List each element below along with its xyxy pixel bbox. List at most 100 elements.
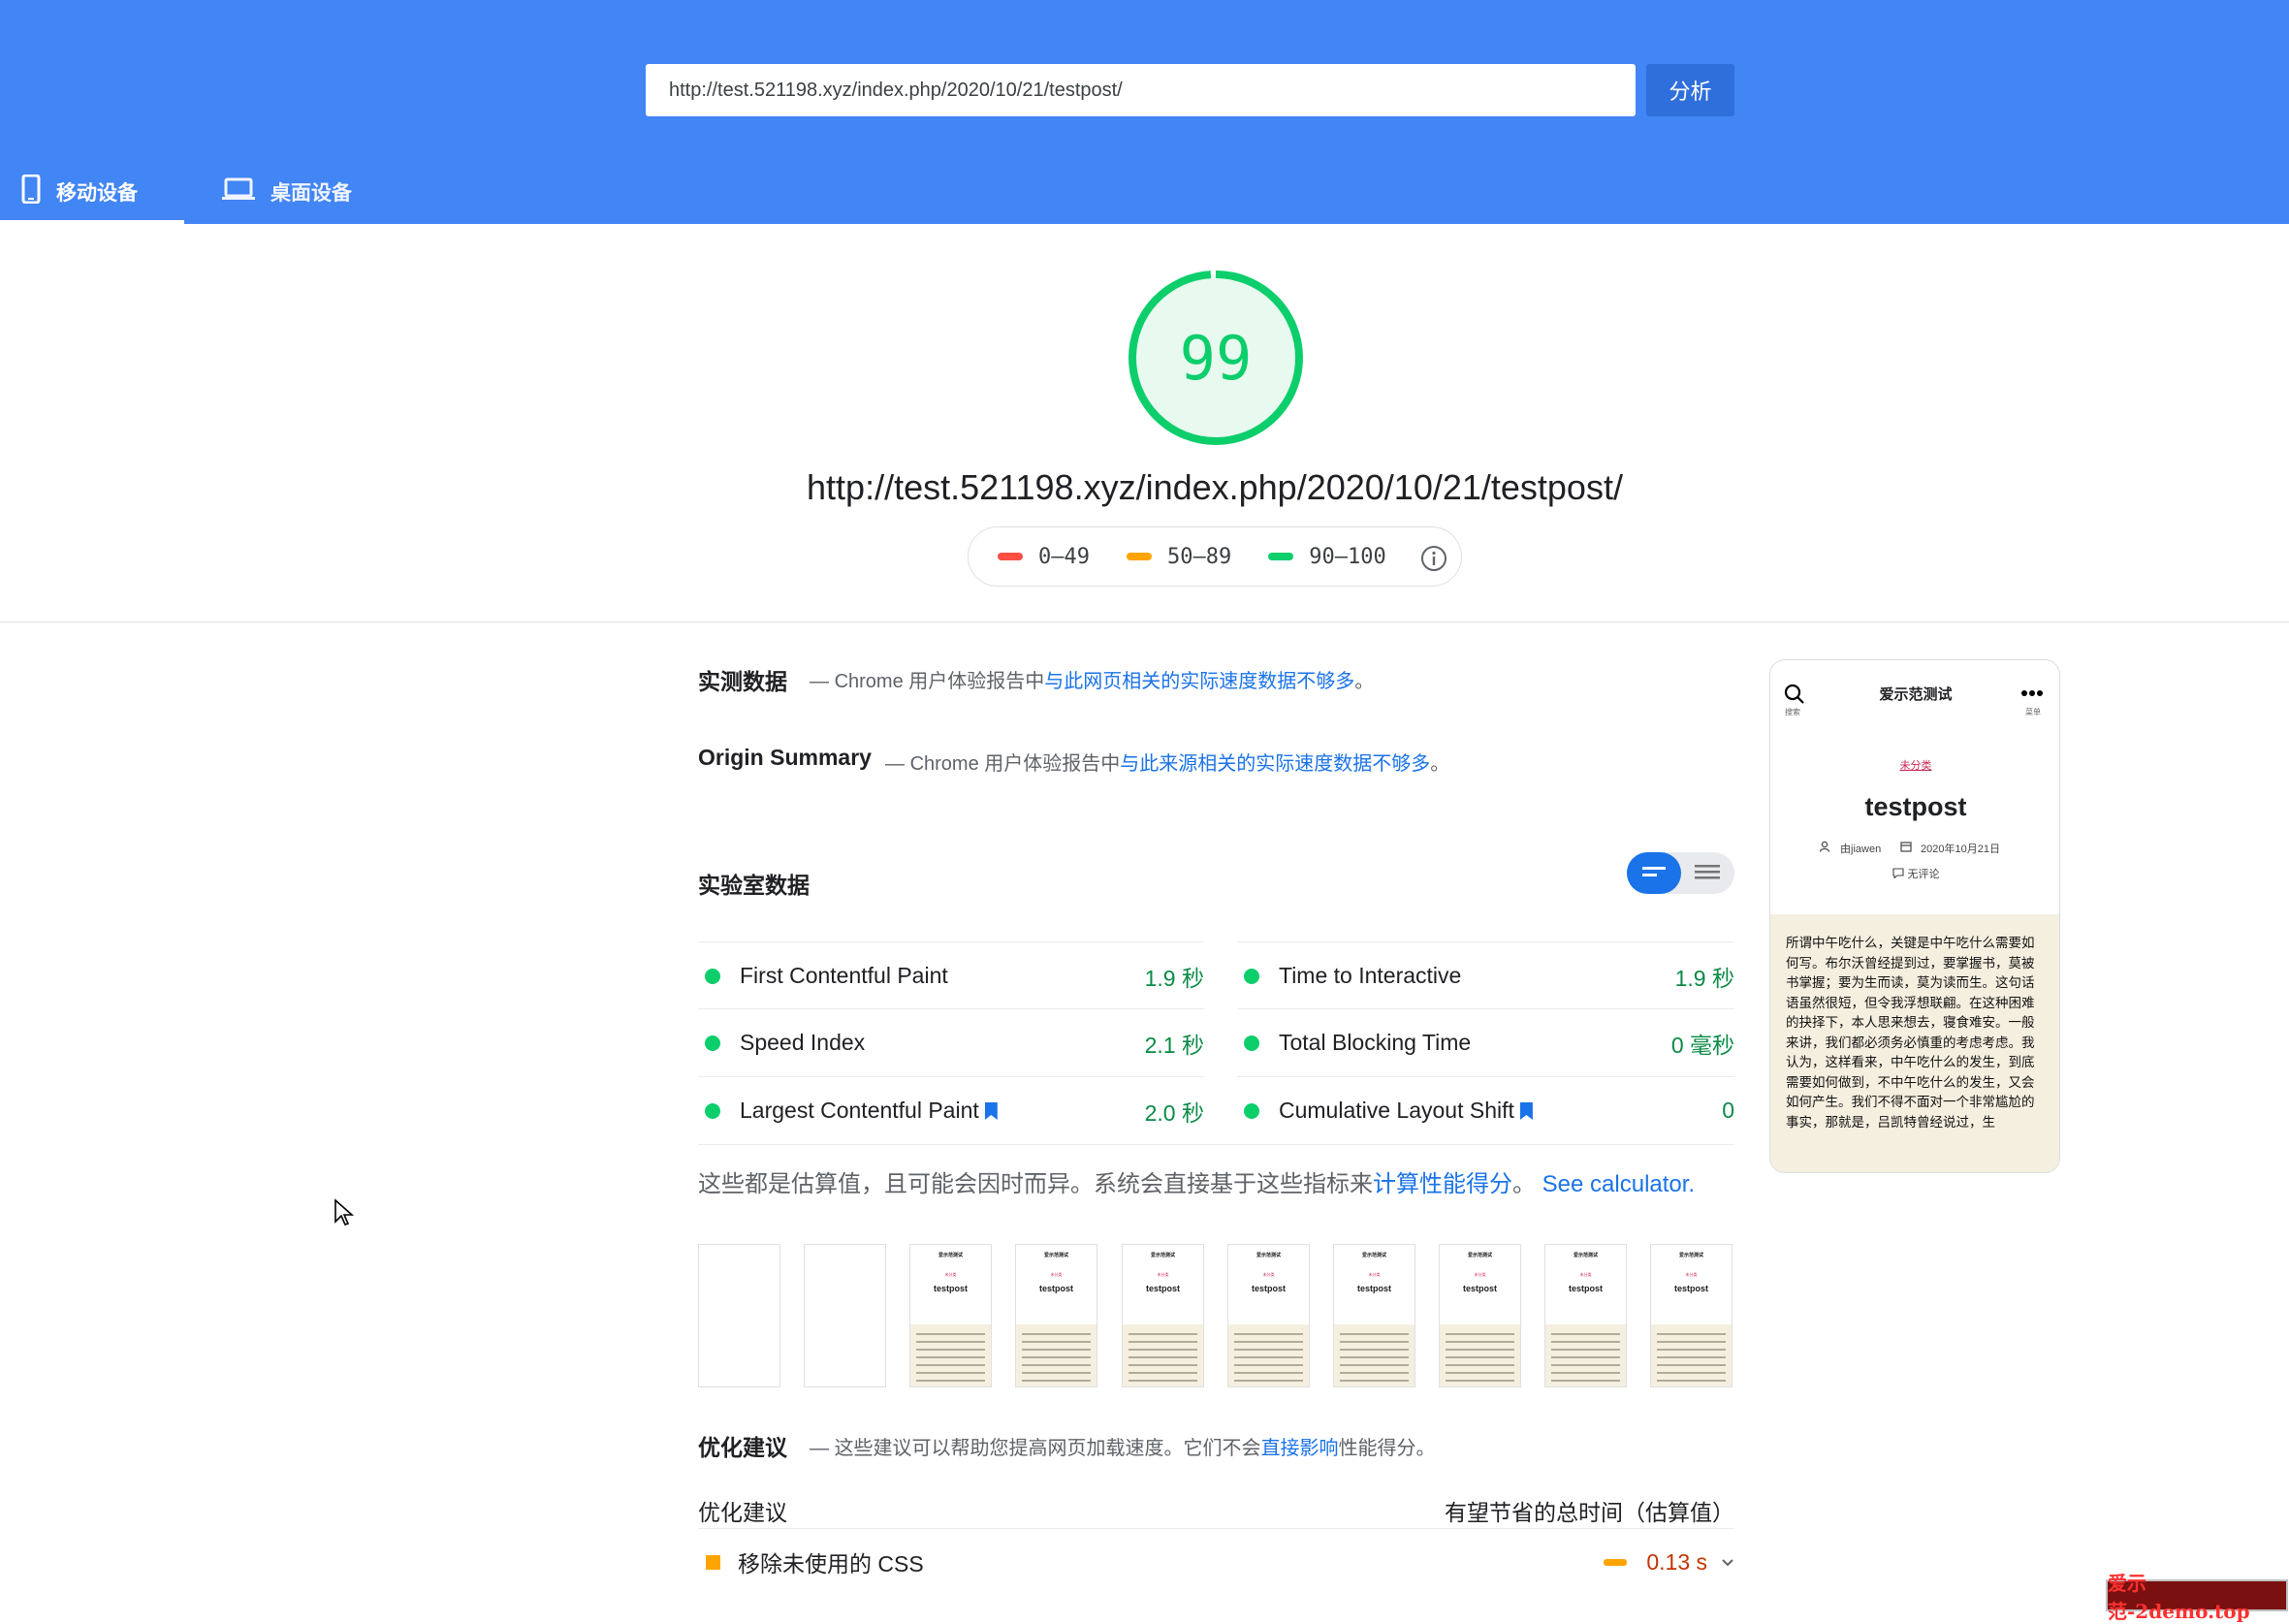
legend-pass-label: 90–100	[1309, 544, 1386, 569]
frame-text-line	[1129, 1349, 1197, 1351]
frame-text-line	[1022, 1333, 1091, 1335]
tab-mobile[interactable]: 移动设备	[21, 160, 184, 224]
origin-summary-suffix: 。	[1430, 753, 1450, 775]
active-tab-indicator	[0, 220, 184, 224]
performance-score: 99	[1179, 322, 1253, 394]
metric-value: 2.1 秒	[1144, 1032, 1204, 1058]
legend-fail: 0–49	[998, 545, 1090, 569]
origin-summary-desc: — Chrome 用户体验报告中与此来源相关的实际速度数据不够多。	[885, 748, 1449, 776]
legend-fail-bar	[998, 553, 1023, 560]
frame-category: 未分类	[1157, 1272, 1169, 1277]
see-calculator-link[interactable]: See calculator.	[1542, 1171, 1695, 1197]
frame-text-line	[1022, 1372, 1091, 1374]
bookmark-icon	[1519, 1102, 1533, 1120]
frame-text-line	[1234, 1356, 1303, 1358]
frame-text-line	[1446, 1333, 1514, 1335]
metrics-view-toggle[interactable]	[1627, 852, 1734, 894]
frame-text-line	[916, 1349, 985, 1351]
toggle-compact-view[interactable]	[1627, 852, 1681, 894]
frame-title: testpost	[1673, 1284, 1708, 1293]
frame-category: 未分类	[1262, 1272, 1275, 1277]
frame-site-name: 爱示范测试	[1361, 1253, 1386, 1258]
expanded-view-icon[interactable]	[1681, 852, 1734, 894]
tab-desktop[interactable]: 桌面设备	[222, 160, 377, 224]
final-screenshot: 搜索 爱示范测试 菜单 未分类 testpost 由jiawen 2020年10…	[1769, 659, 2060, 1173]
frame-text-line	[1340, 1333, 1409, 1335]
score-legend: 0–49 50–89 90–100	[968, 526, 1462, 587]
preview-comments: 无评论	[1770, 866, 2059, 881]
more-icon	[2021, 690, 2043, 696]
frame-site-name: 爱示范测试	[938, 1253, 963, 1258]
savings-col-label: 有望节省的总时间（估算值）	[1445, 1500, 1734, 1525]
filmstrip-frame	[804, 1244, 886, 1387]
opportunity-col-label: 优化建议	[698, 1500, 787, 1525]
frame-text-line	[1446, 1356, 1514, 1358]
metric-name-text: Largest Contentful Paint	[740, 1098, 979, 1123]
estimate-note: 这些都是估算值，且可能会因时而异。系统会直接基于这些指标来计算性能得分。 See…	[698, 1164, 1695, 1198]
opportunity-name: 移除未使用的 CSS	[738, 1551, 924, 1576]
frame-text-line	[1446, 1349, 1514, 1351]
note-text: 这些都是估算值，且可能会因时而异。系统会直接基于这些指标来	[698, 1171, 1373, 1197]
filmstrip-frame: 爱示范测试 未分类 testpost	[1544, 1244, 1627, 1387]
frame-text-line	[1234, 1364, 1303, 1366]
frame-title: testpost	[1038, 1284, 1073, 1293]
frame-text-line	[1657, 1364, 1726, 1366]
origin-summary-link[interactable]: 与此来源相关的实际速度数据不够多	[1120, 753, 1430, 775]
metric-value: 2.0 秒	[1144, 1099, 1204, 1126]
watermark: 爱示范-2demo.top	[2106, 1572, 2288, 1623]
frame-text-line	[1657, 1349, 1726, 1351]
frame-title: testpost	[1568, 1284, 1603, 1293]
opportunities-desc-prefix: 这些建议可以帮助您提高网页加载速度。它们不会	[834, 1438, 1261, 1459]
legend-pass: 90–100	[1268, 544, 1386, 569]
frame-text-line	[1446, 1380, 1514, 1382]
info-icon[interactable]	[1420, 545, 1447, 577]
filmstrip-frame: 爱示范测试 未分类 testpost	[1333, 1244, 1415, 1387]
frame-text-line	[1234, 1380, 1303, 1382]
frame-text-line	[916, 1372, 985, 1374]
frame-site-name: 爱示范测试	[1043, 1253, 1068, 1258]
opportunities-title: 优化建议	[698, 1435, 787, 1460]
metric-tbt: Total Blocking Time 0 毫秒	[1237, 1008, 1734, 1076]
analyzed-url: http://test.521198.xyz/index.php/2020/10…	[807, 467, 1623, 507]
frame-text-line	[1129, 1380, 1197, 1382]
header-bar: 分析 移动设备 桌面设备	[0, 0, 2289, 224]
pass-dot	[1244, 1102, 1259, 1119]
preview-date: 2020年10月21日	[1921, 844, 2000, 855]
opportunity-savings: 0.13 s	[1646, 1548, 1707, 1575]
frame-site-name: 爱示范测试	[1467, 1253, 1492, 1258]
frame-title: testpost	[1251, 1284, 1286, 1293]
calc-score-link[interactable]: 计算性能得分	[1373, 1171, 1512, 1197]
frame-text-line	[1551, 1349, 1620, 1351]
frame-text-line	[1657, 1372, 1726, 1374]
frame-text-line	[1129, 1341, 1197, 1343]
metric-name: Total Blocking Time	[1279, 1030, 1472, 1055]
origin-summary-title: Origin Summary	[698, 745, 872, 770]
metric-value: 1.9 秒	[1674, 965, 1734, 991]
frame-site-name: 爱示范测试	[1150, 1253, 1175, 1258]
metric-value: 1.9 秒	[1144, 965, 1204, 991]
frame-category: 未分类	[1050, 1272, 1063, 1277]
filmstrip-frame: 爱示范测试 未分类 testpost	[909, 1244, 992, 1387]
preview-author: 由jiawen	[1840, 844, 1882, 855]
metric-name: Largest Contentful Paint	[740, 1098, 1145, 1124]
metric-name: Time to Interactive	[1279, 963, 1462, 988]
frame-text-line	[1234, 1341, 1303, 1343]
frame-text-line	[1129, 1372, 1197, 1374]
frame-text-line	[1129, 1356, 1197, 1358]
legend-pass-bar	[1268, 553, 1294, 560]
analyze-button[interactable]: 分析	[1646, 64, 1734, 116]
direct-impact-link[interactable]: 直接影响	[1261, 1438, 1339, 1459]
frame-text-line	[1551, 1341, 1620, 1343]
tab-mobile-label: 移动设备	[56, 182, 138, 205]
frame-text-line	[1657, 1356, 1726, 1358]
preview-site-name: 爱示范测试	[1879, 686, 1953, 703]
chevron-down-icon[interactable]	[1721, 1552, 1734, 1573]
field-data-link[interactable]: 与此网页相关的实际速度数据不够多	[1044, 671, 1354, 692]
section-divider	[0, 621, 2289, 622]
frame-category: 未分类	[1368, 1272, 1381, 1277]
opportunity-row[interactable]: 移除未使用的 CSS 0.13 s	[698, 1543, 1734, 1581]
opportunities-dash: —	[810, 1438, 829, 1459]
field-data-suffix: 。	[1354, 671, 1375, 692]
frame-site-name: 爱示范测试	[1256, 1253, 1281, 1258]
url-input[interactable]	[646, 64, 1636, 116]
